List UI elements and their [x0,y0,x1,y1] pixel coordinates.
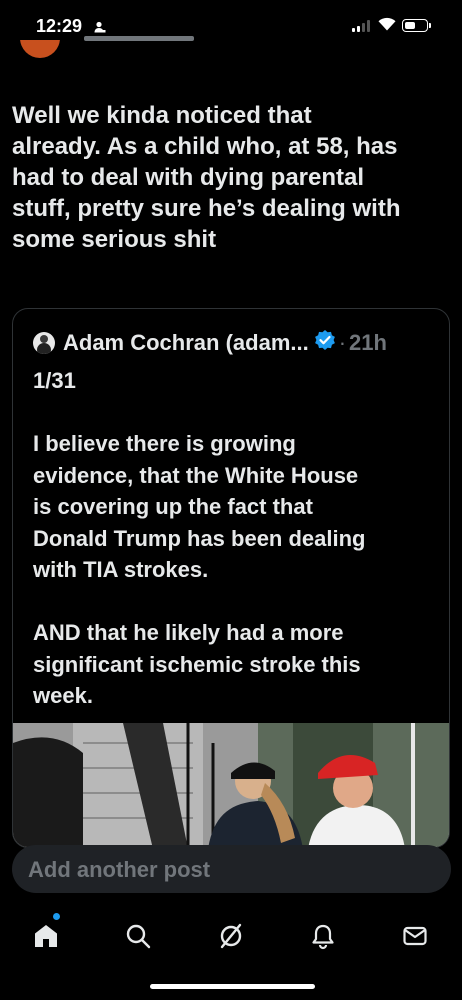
post-body: Well we kinda noticed that already. As a… [12,102,401,253]
add-post-placeholder: Add another post [28,857,211,882]
author-avatar[interactable] [20,40,64,62]
status-bar: 12:29 [0,0,462,52]
home-icon[interactable] [28,918,64,954]
quoted-author-avatar [33,331,55,354]
messages-icon[interactable] [397,918,433,954]
wifi-icon [378,17,396,36]
add-post-input[interactable]: Add another post [12,845,451,893]
quoted-post-image[interactable] [13,723,449,847]
home-indicator[interactable] [150,984,315,989]
quoted-post-time: 21h [349,329,387,355]
search-icon[interactable] [120,918,156,954]
new-content-indicator [53,913,60,920]
cellular-signal-icon [352,20,370,32]
battery-icon [402,19,431,32]
quoted-post-body: 1/31 I believe there is growing evidence… [33,368,366,708]
separator-dot: · [338,329,347,355]
notifications-icon[interactable] [305,918,341,954]
author-handle-cutoff [84,36,194,50]
bottom-nav [0,910,462,960]
quoted-post-card[interactable]: Adam Cochran (adam... · 21h 1/31 I belie… [12,308,450,848]
quoted-author-name: Adam Cochran (adam... [63,329,309,355]
verified-badge-icon [314,329,336,356]
status-time: 12:29 [36,16,83,36]
quoted-post-header: Adam Cochran (adam... · 21h [33,329,387,356]
grok-icon[interactable] [213,918,249,954]
